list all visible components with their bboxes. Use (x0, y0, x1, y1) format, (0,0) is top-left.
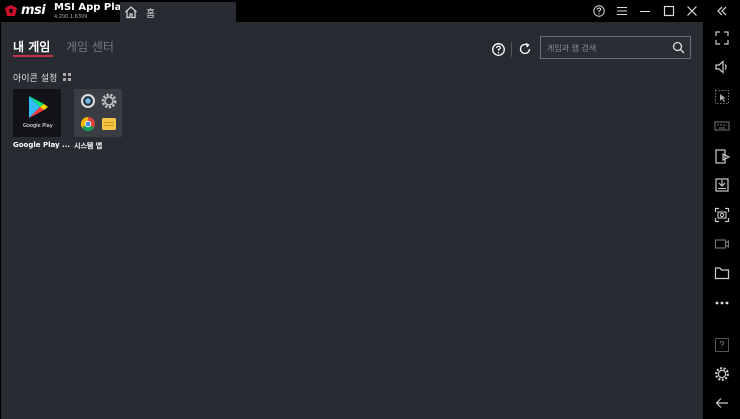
settings-icon[interactable] (714, 366, 730, 382)
keymapping-icon[interactable] (714, 89, 730, 105)
file-manager-icon (102, 118, 116, 130)
help-icon (593, 5, 605, 17)
tab-my-games[interactable]: 내 게임 (13, 38, 50, 55)
collapse-icon (717, 6, 727, 16)
screenshot-icon[interactable] (714, 207, 730, 223)
help-button[interactable] (591, 3, 607, 19)
app-label-google-play: Google Play ... (13, 141, 70, 149)
camera-icon (81, 94, 95, 108)
volume-icon[interactable] (714, 59, 730, 75)
maximize-icon (663, 5, 675, 17)
close-icon (687, 6, 697, 16)
keyboard-icon[interactable] (714, 118, 730, 134)
title-bar: msi MSI App Pla... 4.200.1.6309 홈 (0, 0, 740, 22)
app-version: 4.200.1.6309 (54, 14, 88, 20)
menu-button[interactable] (614, 3, 630, 19)
video-record-icon[interactable] (714, 236, 730, 252)
collapse-sidebar-button[interactable] (714, 3, 730, 19)
tab-game-center[interactable]: 게임 센터 (66, 38, 114, 55)
close-button[interactable] (684, 3, 700, 19)
active-tab-indicator (13, 55, 53, 57)
icon-settings-label[interactable]: 아이콘 설정 (13, 71, 57, 84)
app-tile-system-apps[interactable] (74, 89, 122, 137)
grid-settings-icon[interactable] (63, 73, 71, 81)
main-content: 내 게임 게임 센터 아이콘 설정 Google Play Googl (1, 22, 703, 419)
minimize-icon (640, 11, 650, 12)
brand-name: msi (21, 3, 46, 18)
chrome-icon (80, 116, 95, 132)
more-icon[interactable] (714, 295, 730, 311)
folder-icon[interactable] (714, 265, 730, 281)
apk-install-icon[interactable] (714, 148, 730, 164)
brand: msi MSI App Pla... 4.200.1.6309 (4, 2, 133, 22)
search-icon[interactable] (672, 41, 685, 54)
fullscreen-icon[interactable] (714, 30, 730, 46)
search-box[interactable] (540, 36, 691, 59)
home-icon (125, 6, 137, 19)
google-play-icon (29, 96, 48, 118)
tab-home-label: 홈 (146, 9, 156, 20)
back-icon[interactable] (714, 395, 730, 411)
app-label-system-apps: 시스템 앱 (74, 142, 103, 150)
tab-home[interactable]: 홈 (120, 2, 236, 22)
google-play-tile-text: Google Play (23, 123, 53, 129)
menu-icon (617, 7, 627, 15)
maximize-button[interactable] (661, 3, 677, 19)
right-toolbar (703, 22, 740, 419)
search-input[interactable] (547, 40, 667, 56)
minimize-button[interactable] (637, 3, 653, 19)
help-icon[interactable] (492, 43, 505, 56)
app-tile-google-play[interactable]: Google Play (13, 89, 61, 137)
refresh-icon[interactable] (518, 42, 532, 56)
msi-dragon-logo-icon (5, 5, 17, 16)
gear-icon (101, 93, 117, 109)
help-icon[interactable] (714, 337, 730, 353)
screen-record-save-icon[interactable] (714, 177, 730, 193)
divider (511, 42, 512, 57)
